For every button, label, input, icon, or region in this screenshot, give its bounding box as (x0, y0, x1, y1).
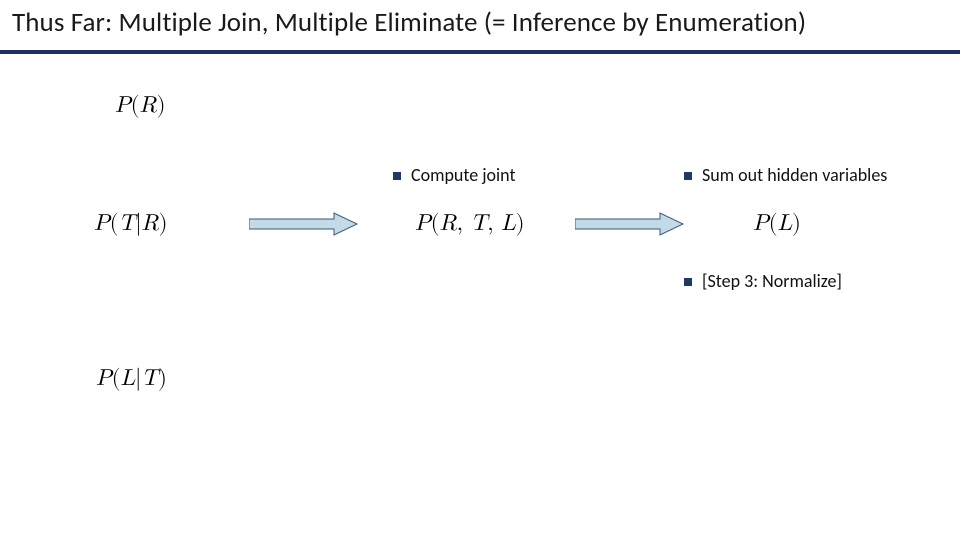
formula-p-l: P(L) (753, 210, 801, 238)
bullet-text: [Step 3: Normalize] (702, 270, 842, 292)
bullet-compute-joint: Compute joint (393, 164, 516, 186)
bullet-text: Sum out hidden variables (702, 164, 887, 186)
bullet-square-icon (684, 278, 692, 286)
arrow-icon (575, 211, 685, 237)
bullet-text: Compute joint (411, 164, 516, 186)
formula-p-t-given-r: P(T|R) (94, 210, 168, 238)
formula-p-r: P(R) (115, 92, 166, 120)
bullet-step3: [Step 3: Normalize] (684, 270, 842, 292)
slide-title: Thus Far: Multiple Join, Multiple Elimin… (12, 6, 806, 39)
arrow-shape (575, 213, 683, 235)
bullet-square-icon (684, 172, 692, 180)
bullet-square-icon (393, 172, 401, 180)
arrow-icon (249, 211, 359, 237)
formula-p-l-given-t: P(L|T) (96, 365, 167, 393)
formula-p-rtl: P(R, T, L) (415, 210, 525, 238)
bullet-sum-out: Sum out hidden variables (684, 164, 887, 186)
slide: Thus Far: Multiple Join, Multiple Elimin… (0, 0, 960, 540)
title-underline (0, 50, 960, 54)
arrow-shape (249, 213, 357, 235)
